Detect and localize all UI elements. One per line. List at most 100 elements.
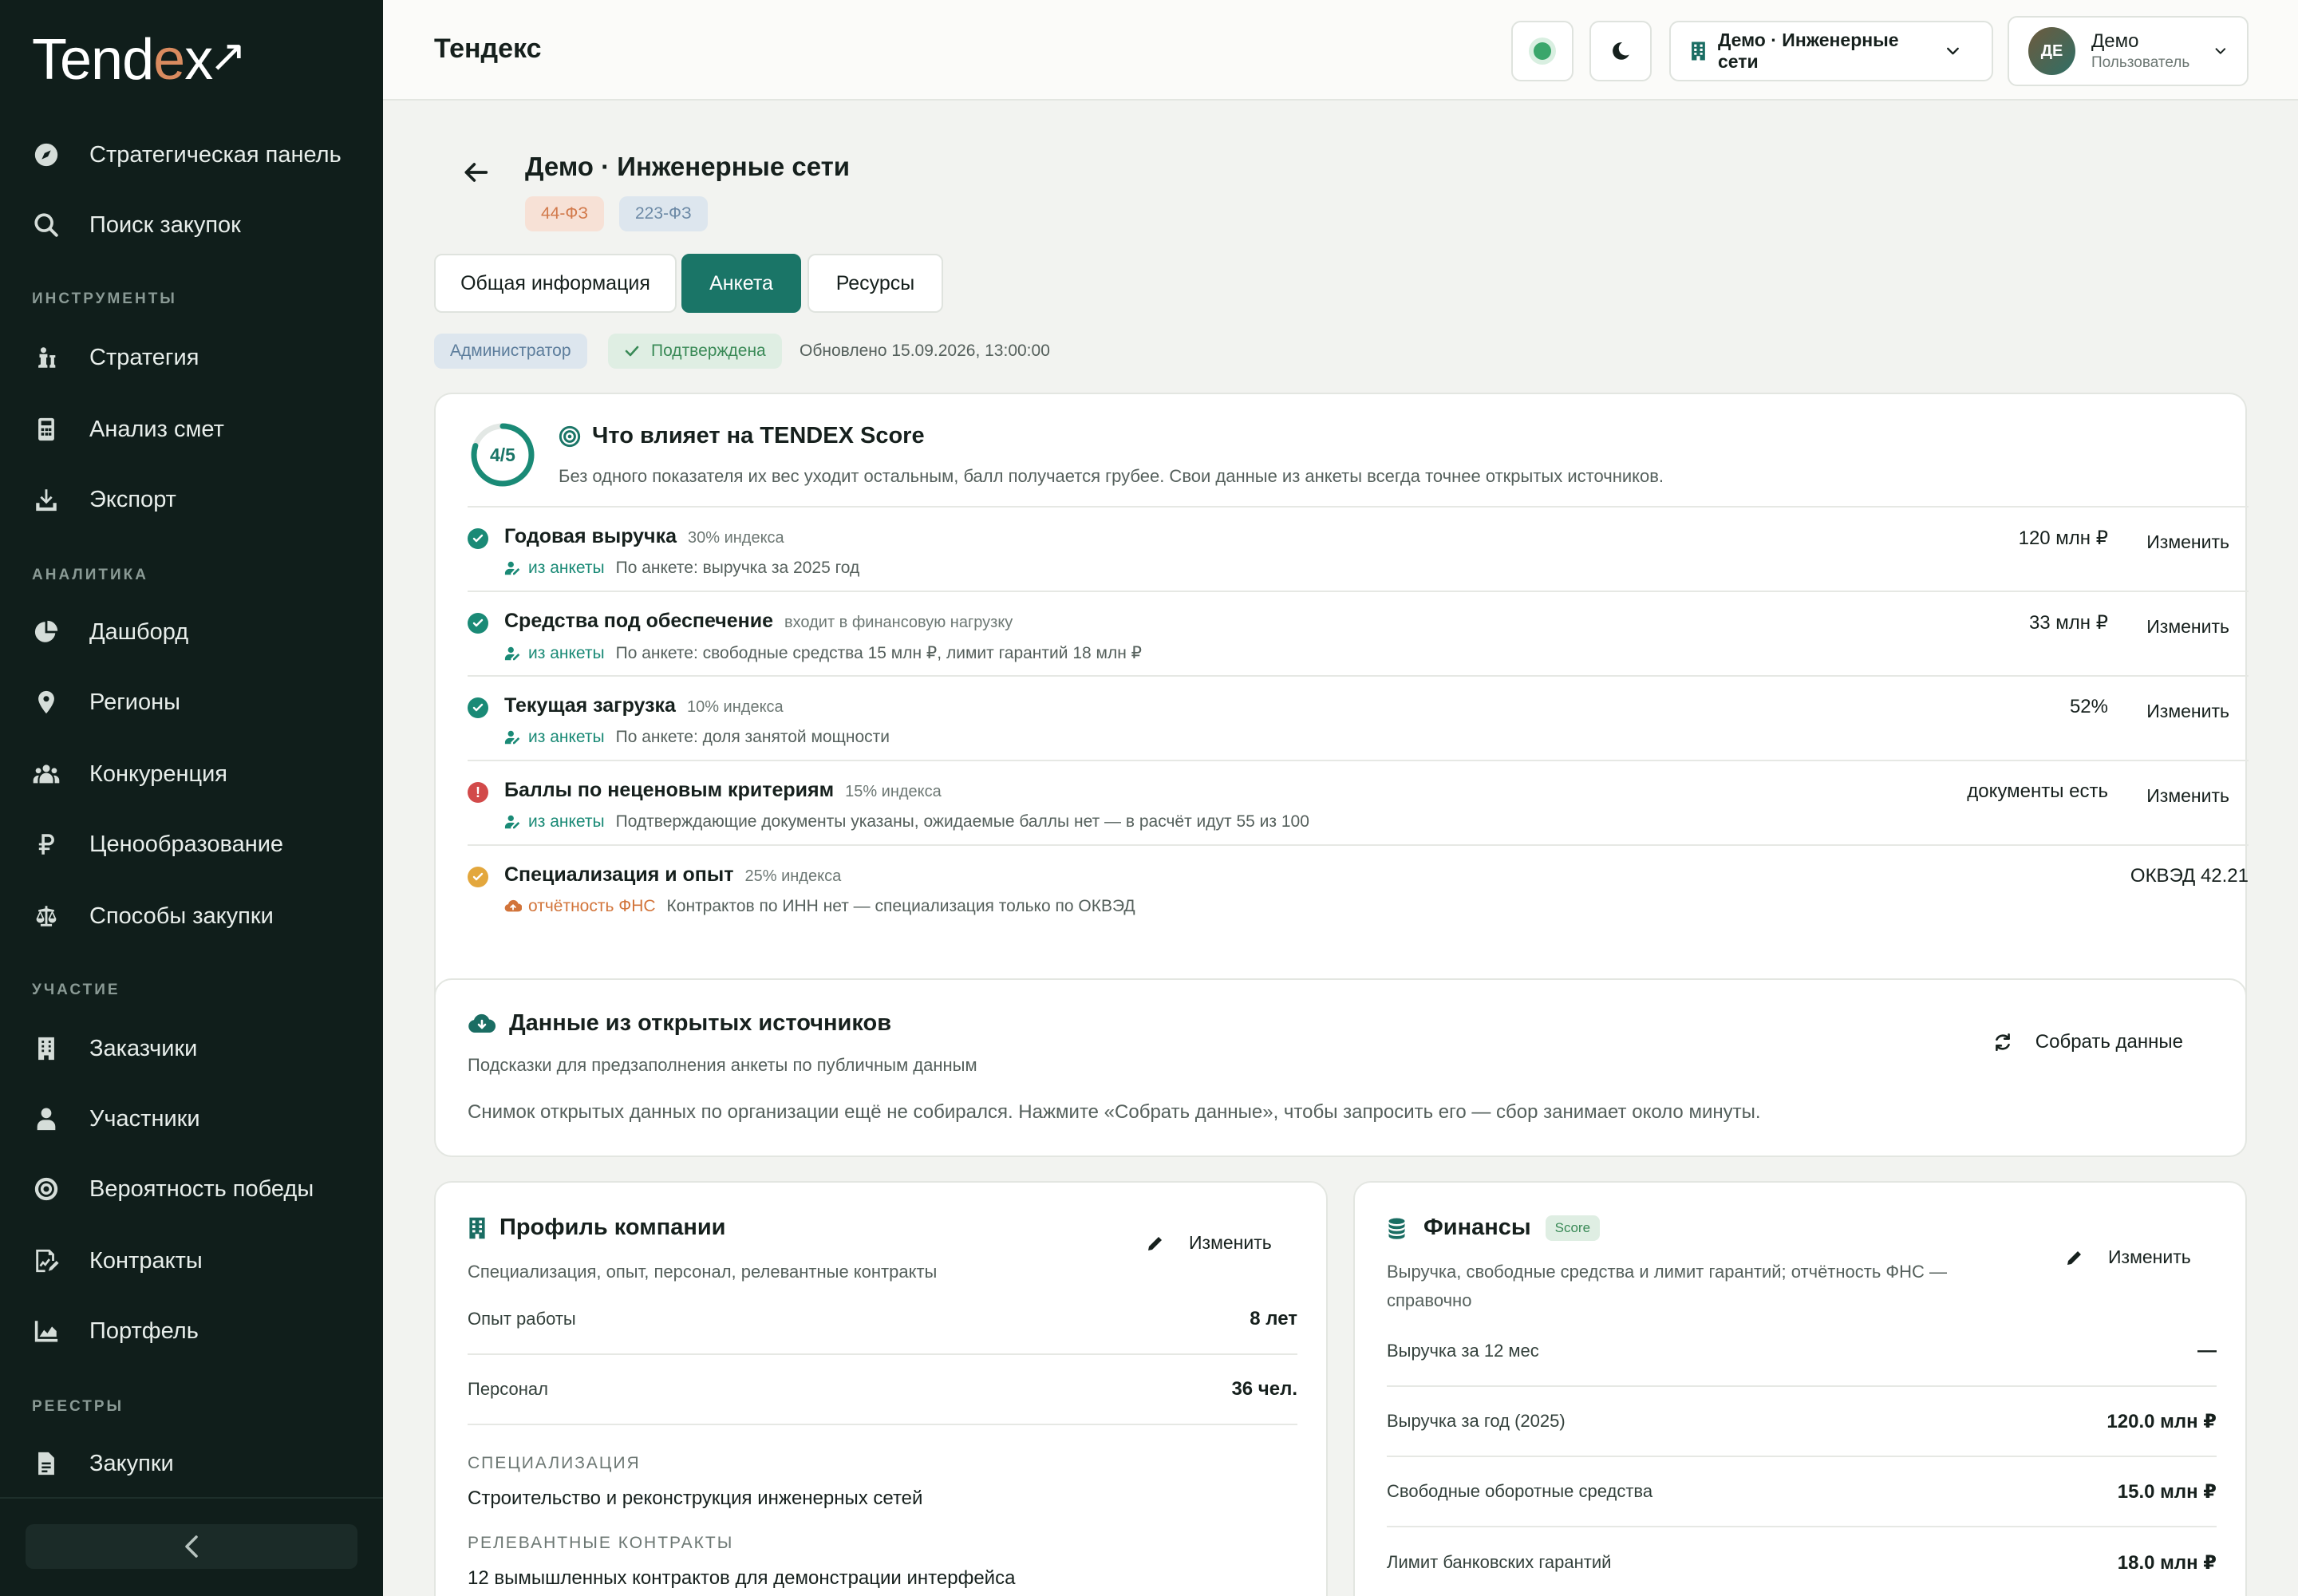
factor-edit-button[interactable]: Изменить bbox=[2146, 616, 2229, 638]
file-icon bbox=[32, 1449, 61, 1478]
sidebar-item-win-probability[interactable]: Вероятность победы bbox=[32, 1163, 367, 1215]
score-factors-card: 4/5 Что влияет на TENDEX Score Без одног… bbox=[434, 393, 2249, 1057]
factor-value: 33 млн ₽ bbox=[2028, 612, 2108, 634]
sidebar-item-label: Способы закупки bbox=[89, 903, 274, 929]
factor-name-text: Средства под обеспечение bbox=[504, 610, 774, 632]
factor-weight: 15% индекса bbox=[845, 783, 942, 800]
nav-section-participation: УЧАСТИЕ bbox=[32, 982, 120, 998]
law-chip-223: 223-ФЗ bbox=[619, 196, 708, 231]
row-key: Опыт работы bbox=[468, 1309, 576, 1329]
sidebar-item-export[interactable]: Экспорт bbox=[32, 474, 367, 525]
sidebar-item-procurements[interactable]: Закупки bbox=[32, 1438, 367, 1489]
factor-name-text: Специализация и опыт bbox=[504, 863, 734, 886]
person-icon bbox=[32, 1104, 61, 1133]
factor-source-desc: По анкете: свободные средства 15 млн ₽, … bbox=[615, 644, 1142, 662]
sidebar-item-customers[interactable]: Заказчики bbox=[32, 1023, 367, 1074]
profile-edit-label: Изменить bbox=[1189, 1232, 1272, 1253]
user-edit-icon bbox=[504, 561, 520, 575]
building-icon bbox=[32, 1034, 61, 1063]
factor-name: Специализация и опыт 25% индекса bbox=[504, 863, 841, 887]
sidebar-item-estimate-analysis[interactable]: Анализ смет bbox=[32, 404, 367, 455]
finance-row: Свободные оборотные средства 15.0 млн ₽ bbox=[1387, 1457, 2217, 1527]
back-arrow-icon[interactable] bbox=[460, 156, 492, 188]
sidebar-item-label: Стратегическая панель bbox=[89, 141, 342, 168]
sidebar-item-competition[interactable]: Конкуренция bbox=[32, 749, 367, 800]
profile-edit-button[interactable]: Изменить bbox=[1146, 1232, 1272, 1254]
tab-questionnaire[interactable]: Анкета bbox=[681, 254, 801, 313]
sidebar-item-contracts[interactable]: Контракты bbox=[32, 1235, 367, 1286]
factor-value: ОКВЭД 42.21 bbox=[2130, 865, 2249, 887]
collect-data-button[interactable]: Собрать данные bbox=[1992, 1031, 2183, 1053]
factor-name: Годовая выручка 30% индекса bbox=[504, 525, 784, 548]
download-icon bbox=[32, 485, 61, 514]
sidebar-item-label: Поиск закупок bbox=[89, 211, 241, 238]
warning-circle-icon bbox=[468, 867, 488, 887]
user-edit-icon bbox=[504, 815, 520, 829]
status-badge: Подтверждена bbox=[608, 334, 782, 369]
theme-toggle-button[interactable] bbox=[1589, 21, 1652, 81]
sidebar-item-dashboard[interactable]: Дашборд bbox=[32, 606, 367, 658]
factor-source: из анкеты По анкете: выручка за 2025 год bbox=[504, 559, 859, 578]
row-key: Персонал bbox=[468, 1379, 548, 1399]
sidebar-item-label: Конкуренция bbox=[89, 760, 228, 787]
score-title: Что влияет на TENDEX Score bbox=[559, 423, 925, 449]
score-factor-row: Годовая выручка 30% индекса из анкеты По ан… bbox=[468, 506, 2249, 591]
row-value: 15.0 млн ₽ bbox=[2117, 1480, 2217, 1503]
topbar: Тендекс Демо · Инженерные сети ДЕ Демо П… bbox=[383, 0, 2298, 101]
user-menu-button[interactable]: ДЕ Демо Пользователь bbox=[2008, 16, 2249, 86]
sidebar-item-search[interactable]: Поиск закупок bbox=[32, 200, 367, 251]
check-circle-icon bbox=[468, 528, 488, 549]
factor-source-name: из анкеты bbox=[528, 812, 605, 831]
sidebar-item-strategic-panel[interactable]: Стратегическая панель bbox=[32, 129, 367, 180]
area-chart-icon bbox=[32, 1317, 61, 1345]
finance-edit-button[interactable]: Изменить bbox=[2065, 1246, 2191, 1268]
row-value: — bbox=[2197, 1340, 2217, 1361]
factor-source-name: отчётность ФНС bbox=[528, 897, 656, 915]
collect-data-label: Собрать данные bbox=[2035, 1031, 2183, 1053]
check-icon bbox=[625, 346, 639, 357]
factor-edit-button[interactable]: Изменить bbox=[2146, 531, 2229, 553]
factor-source-desc: Контрактов по ИНН нет — специализация то… bbox=[666, 897, 1135, 915]
organization-select[interactable]: Демо · Инженерные сети bbox=[1669, 21, 1993, 81]
sidebar-item-portfolio[interactable]: Портфель bbox=[32, 1306, 367, 1357]
sidebar-item-participants[interactable]: Участники bbox=[32, 1093, 367, 1144]
sidebar-item-label: Экспорт bbox=[89, 486, 176, 512]
cloud-upload-icon bbox=[504, 899, 522, 912]
sidebar-item-strategy[interactable]: Стратегия bbox=[32, 332, 367, 383]
sidebar-item-pricing[interactable]: Ценообразование bbox=[32, 819, 367, 870]
search-icon bbox=[32, 211, 61, 239]
row-key: Выручка за 12 мес bbox=[1387, 1341, 1539, 1361]
status-indicator-button[interactable] bbox=[1511, 21, 1573, 81]
profile-row-experience: Опыт работы 8 лет bbox=[468, 1285, 1297, 1355]
sidebar-collapse-button[interactable] bbox=[26, 1524, 357, 1569]
row-key: Свободные оборотные средства bbox=[1387, 1481, 1653, 1501]
sidebar-item-regions[interactable]: Регионы bbox=[32, 677, 367, 728]
page-title: Демо · Инженерные сети bbox=[525, 152, 851, 181]
row-key: Выручка за год (2025) bbox=[1387, 1411, 1566, 1431]
factor-weight: входит в финансовую нагрузку bbox=[784, 614, 1013, 631]
contracts-value: 12 вымышленных контрактов для демонстрац… bbox=[468, 1567, 1016, 1589]
finance-row: Лимит банковских гарантий 18.0 млн ₽ bbox=[1387, 1527, 2217, 1596]
factor-edit-button[interactable]: Изменить bbox=[2146, 785, 2229, 807]
brand-logo[interactable]: Tendex↗ bbox=[32, 27, 247, 93]
chevron-down-icon bbox=[2215, 48, 2226, 54]
factor-edit-button[interactable]: Изменить bbox=[2146, 701, 2229, 722]
score-ring-label: 4/5 bbox=[490, 444, 515, 465]
target-icon bbox=[32, 1175, 61, 1203]
specialization-value: Строительство и реконструкция инженерных… bbox=[468, 1487, 923, 1509]
building-icon bbox=[469, 1217, 485, 1238]
main-content: Демо · Инженерные сети 44-ФЗ 223-ФЗ Обща… bbox=[383, 101, 2298, 1596]
sidebar-item-label: Вероятность победы bbox=[89, 1175, 314, 1202]
open-data-subtitle: Подсказки для предзаполнения анкеты по п… bbox=[468, 1055, 977, 1075]
factor-source-desc: По анкете: доля занятой мощности bbox=[615, 728, 890, 746]
sidebar-item-label: Ценообразование bbox=[89, 831, 284, 857]
user-edit-icon bbox=[504, 730, 520, 745]
row-value: 120.0 млн ₽ bbox=[2106, 1410, 2217, 1432]
compass-icon bbox=[32, 140, 61, 169]
check-circle-icon bbox=[468, 697, 488, 718]
pencil-icon bbox=[2067, 1250, 2081, 1265]
sidebar-item-procurement-methods[interactable]: Способы закупки bbox=[32, 891, 367, 942]
tab-resources[interactable]: Ресурсы bbox=[807, 254, 943, 313]
pie-chart-icon bbox=[32, 618, 61, 646]
tab-general-info[interactable]: Общая информация bbox=[434, 254, 677, 313]
